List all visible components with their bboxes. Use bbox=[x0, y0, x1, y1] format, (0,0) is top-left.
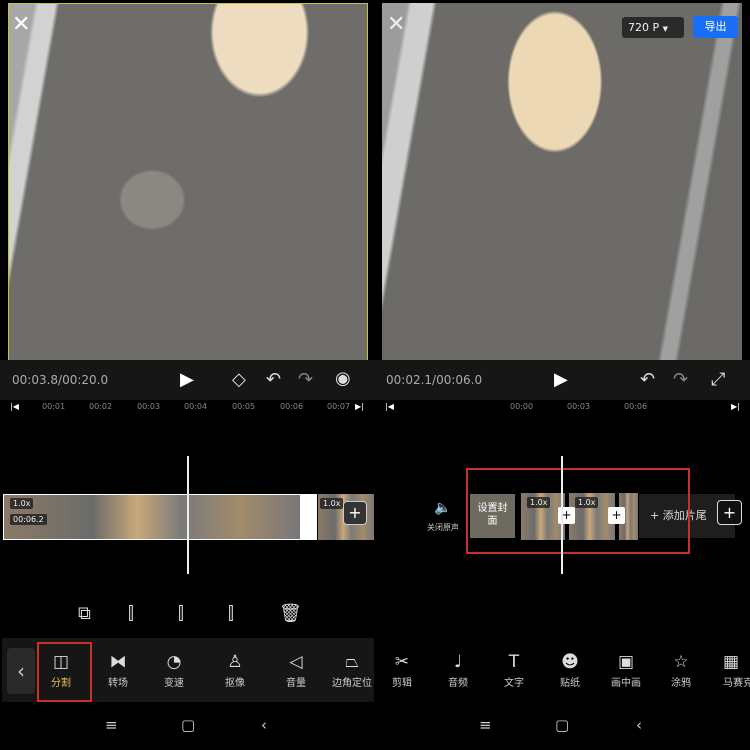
eye-icon[interactable]: ◉ bbox=[335, 368, 351, 389]
home-nav-icon[interactable]: ▢ bbox=[555, 716, 569, 734]
cutout-icon: ♙ bbox=[227, 652, 243, 672]
ruler-tick: 00:07 bbox=[327, 402, 351, 411]
clip-trim-handle[interactable] bbox=[301, 494, 317, 540]
sticker-icon: ☻ bbox=[561, 652, 579, 672]
scissors-icon: ✂ bbox=[394, 652, 410, 672]
tool-corner[interactable]: ⏢ 边角定位 bbox=[326, 650, 378, 689]
tool-volume[interactable]: ◁ 音量 bbox=[271, 650, 321, 689]
jump-start-icon[interactable]: |◀ bbox=[10, 402, 19, 411]
menu-nav-icon[interactable]: ≡ bbox=[105, 716, 118, 734]
clip-duration-badge: 00:06.2 bbox=[10, 514, 47, 525]
video-preview[interactable] bbox=[8, 3, 368, 361]
menu-nav-icon[interactable]: ≡ bbox=[479, 716, 492, 734]
tool-text[interactable]: T 文字 bbox=[489, 650, 539, 689]
clip-speed-badge: 1.0x bbox=[10, 498, 34, 509]
tool-pip[interactable]: ▣ 画中画 bbox=[601, 650, 651, 689]
transition-icon: ⧓ bbox=[109, 652, 127, 672]
tool-audio[interactable]: ♩ 音频 bbox=[433, 650, 483, 689]
pip-icon: ▣ bbox=[617, 652, 635, 672]
highlight-box bbox=[466, 468, 690, 554]
play-icon[interactable]: ▶ bbox=[554, 369, 568, 390]
tool-sticker[interactable]: ☻ 贴纸 bbox=[545, 650, 595, 689]
playhead[interactable] bbox=[561, 456, 563, 574]
jump-end-icon[interactable]: ▶| bbox=[355, 402, 364, 411]
ruler-tick: 00:06 bbox=[280, 402, 304, 411]
corner-icon: ⏢ bbox=[345, 652, 359, 672]
music-icon: ♩ bbox=[453, 652, 463, 672]
ruler-tick: 00:03 bbox=[137, 402, 161, 411]
add-clip-button[interactable]: + bbox=[343, 501, 367, 525]
split-left-icon[interactable]: ⫿ bbox=[128, 603, 134, 624]
tool-doodle[interactable]: ☆ 涂鸦 bbox=[656, 650, 706, 689]
speed-icon: ◔ bbox=[166, 652, 182, 672]
resolution-dropdown[interactable]: 720 P ▼ bbox=[622, 17, 684, 38]
add-clip-button[interactable]: + bbox=[717, 500, 742, 525]
delete-icon[interactable]: 🗑 bbox=[279, 603, 302, 624]
back-button[interactable]: ‹ bbox=[7, 648, 35, 694]
back-nav-icon[interactable]: ‹ bbox=[261, 716, 267, 734]
volume-icon: ◁ bbox=[289, 652, 303, 672]
redo-icon[interactable]: ↷ bbox=[673, 369, 688, 390]
copy-icon[interactable]: ⧉ bbox=[78, 603, 91, 624]
text-icon: T bbox=[508, 652, 520, 672]
play-icon[interactable]: ▶ bbox=[180, 369, 194, 390]
tool-split[interactable]: ◫ 分割 bbox=[36, 650, 86, 689]
tool-edit[interactable]: ✂ 剪辑 bbox=[377, 650, 427, 689]
close-icon[interactable]: ✕ bbox=[12, 12, 30, 37]
export-button[interactable]: 导出 bbox=[693, 16, 738, 38]
playhead[interactable] bbox=[187, 456, 189, 574]
split-icon[interactable]: ⫿ bbox=[178, 603, 184, 624]
keyframe-icon[interactable]: ◇ bbox=[232, 369, 246, 390]
caret-down-icon: ▼ bbox=[662, 25, 669, 33]
volume-icon[interactable]: 🔈 bbox=[434, 500, 451, 516]
tool-speed[interactable]: ◔ 变速 bbox=[149, 650, 199, 689]
undo-icon[interactable]: ↶ bbox=[266, 369, 281, 390]
redo-icon[interactable]: ↷ bbox=[298, 369, 313, 390]
mute-original-label[interactable]: 关闭原声 bbox=[427, 522, 459, 533]
doodle-icon: ☆ bbox=[673, 652, 689, 672]
fullscreen-icon[interactable]: ⤢ bbox=[711, 369, 725, 390]
split-icon: ◫ bbox=[52, 652, 70, 672]
mosaic-icon: ▦ bbox=[723, 652, 740, 672]
ruler-tick: 00:04 bbox=[184, 402, 208, 411]
ruler-tick: 00:01 bbox=[42, 402, 66, 411]
tool-cutout[interactable]: ♙ 抠像 bbox=[210, 650, 260, 689]
close-icon[interactable]: ✕ bbox=[387, 12, 405, 37]
split-right-icon[interactable]: ⫿ bbox=[228, 603, 234, 624]
tool-mosaic[interactable]: ▦ 马赛克 bbox=[713, 650, 750, 689]
undo-icon[interactable]: ↶ bbox=[640, 369, 655, 390]
ruler-tick: 00:03 bbox=[567, 402, 591, 411]
jump-end-icon[interactable]: ▶| bbox=[731, 402, 740, 411]
tool-transition[interactable]: ⧓ 转场 bbox=[93, 650, 143, 689]
back-nav-icon[interactable]: ‹ bbox=[636, 716, 642, 734]
jump-start-icon[interactable]: |◀ bbox=[385, 402, 394, 411]
ruler-tick: 00:06 bbox=[624, 402, 648, 411]
time-readout: 00:03.8/00:20.0 bbox=[12, 373, 109, 387]
home-nav-icon[interactable]: ▢ bbox=[181, 716, 195, 734]
clip-speed-badge: 1.0x bbox=[320, 498, 344, 509]
ruler-tick: 00:00 bbox=[510, 402, 534, 411]
ruler-tick: 00:05 bbox=[232, 402, 256, 411]
time-readout: 00:02.1/00:06.0 bbox=[386, 373, 483, 387]
ruler-tick: 00:02 bbox=[89, 402, 113, 411]
selected-clip[interactable] bbox=[3, 494, 301, 540]
video-preview[interactable] bbox=[382, 3, 742, 361]
